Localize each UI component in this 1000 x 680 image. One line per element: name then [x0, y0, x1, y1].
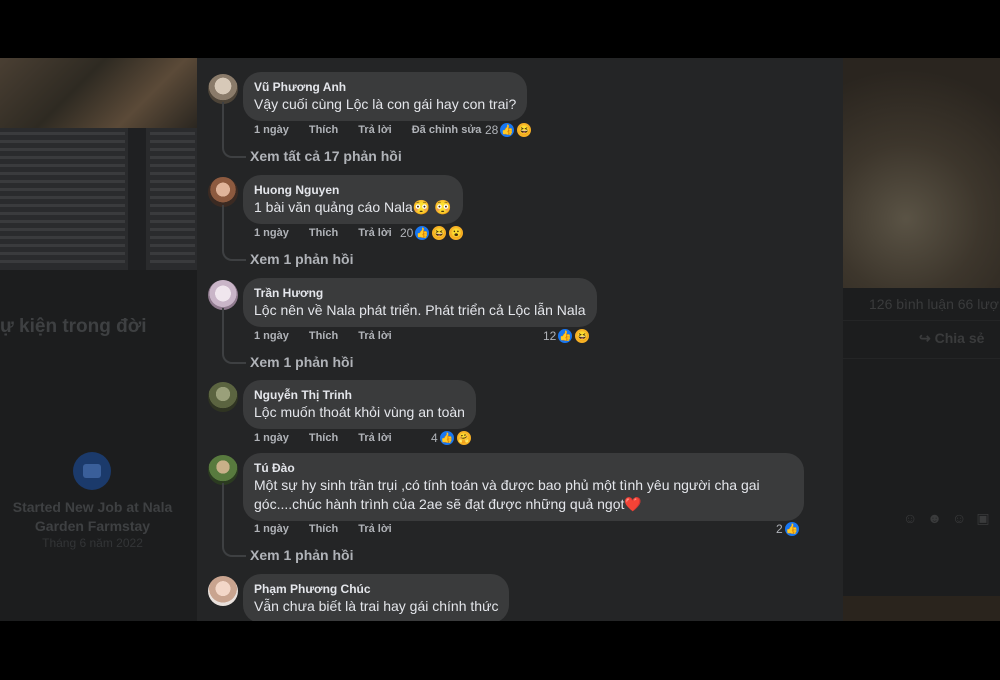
comment-text: Vậy cuối cùng Lộc là con gái hay con tra… — [254, 96, 517, 112]
comment-actions: 1 ngày Thích Trả lời Đã chỉnh sửa — [254, 124, 501, 136]
reaction-count: 28 — [485, 123, 499, 137]
comment-time[interactable]: 1 ngày — [254, 227, 289, 239]
background-profile-left: ự kiện trong đời Started New Job at Nala… — [0, 58, 197, 621]
reply-action[interactable]: Trả lời — [358, 432, 392, 444]
comment-author[interactable]: Phạm Phương Chúc — [254, 581, 498, 597]
like-reaction-icon: 👍 — [438, 430, 455, 446]
reaction-count: 2 — [776, 522, 783, 536]
haha-reaction-icon: 😆 — [516, 122, 533, 138]
reply-action[interactable]: Trả lời — [358, 227, 392, 239]
comment-text: 1 bài văn quảng cáo Nala😳 😳 — [254, 199, 452, 215]
like-action[interactable]: Thích — [309, 330, 338, 342]
care-reaction-icon: 🤗 — [455, 430, 472, 446]
comment-bubble: Tú Đào Một sự hy sinh trần trụi ,có tính… — [243, 453, 804, 521]
like-action[interactable]: Thích — [309, 227, 338, 239]
reaction-summary[interactable]: 4 👍 🤗 — [431, 430, 472, 446]
reaction-count: 20 — [400, 226, 414, 240]
reaction-summary[interactable]: 28 👍 😆 — [485, 122, 533, 138]
comment-bubble: Phạm Phương Chúc Vẫn chưa biết là trai h… — [243, 574, 510, 621]
comment-bubble: Huong Nguyen 1 bài văn quảng cáo Nala😳 😳 — [243, 175, 463, 224]
comment-actions: 1 ngày Thích Trả lời — [254, 523, 412, 535]
like-action[interactable]: Thích — [309, 432, 338, 444]
comments-dialog[interactable]: Vũ Phương Anh Vậy cuối cùng Lộc là con g… — [197, 58, 843, 621]
comment-text: Vẫn chưa biết là trai hay gái chính thức — [254, 598, 499, 614]
reaction-count: 4 — [431, 431, 438, 445]
avatar[interactable] — [208, 280, 238, 310]
comment-time[interactable]: 1 ngày — [254, 330, 289, 342]
background-photo — [0, 58, 197, 128]
facebook-photo-viewer: ự kiện trong đời Started New Job at Nala… — [0, 58, 1000, 621]
comment-time[interactable]: 1 ngày — [254, 124, 289, 136]
reply-thread-line — [222, 205, 246, 261]
comment-author[interactable]: Huong Nguyen — [254, 182, 452, 198]
briefcase-icon — [73, 452, 111, 490]
share-icon: ↪ — [919, 330, 935, 346]
post-stats: 126 bình luận 66 lượ — [869, 296, 999, 312]
life-event-job-title: Started New Job at Nala Garden Farmstay — [12, 499, 173, 534]
comment-bubble: Vũ Phương Anh Vậy cuối cùng Lộc là con g… — [243, 72, 528, 121]
comment-time[interactable]: 1 ngày — [254, 523, 289, 535]
avatar[interactable] — [208, 576, 238, 606]
reply-action[interactable]: Trả lời — [358, 330, 392, 342]
avatar[interactable] — [208, 455, 238, 485]
comment-actions: 1 ngày Thích Trả lời — [254, 432, 412, 444]
view-replies-link[interactable]: Xem 1 phản hồi — [250, 251, 353, 267]
like-action[interactable]: Thích — [309, 523, 338, 535]
reply-action[interactable]: Trả lời — [358, 124, 392, 136]
haha-reaction-icon: 😆 — [431, 225, 448, 241]
comment-text: Một sự hy sinh trần trụi ,có tính toán v… — [254, 477, 760, 512]
reply-thread-line — [222, 308, 246, 364]
share-button: ↪ Chia sẻ — [919, 330, 984, 347]
wow-reaction-icon: 😮 — [448, 225, 465, 241]
background-post-right: 126 bình luận 66 lượ ↪ Chia sẻ ☺☻☺▣ — [843, 58, 1000, 621]
like-reaction-icon: 👍 — [414, 225, 431, 241]
view-replies-link[interactable]: Xem tất cả 17 phản hồi — [250, 148, 402, 164]
reply-thread-line — [222, 102, 246, 158]
comment-input-icons: ☺☻☺▣ — [903, 510, 1000, 526]
haha-reaction-icon: 😆 — [574, 328, 591, 344]
comment-author[interactable]: Nguyễn Thị Trinh — [254, 387, 465, 403]
comment-author[interactable]: Tú Đào — [254, 460, 793, 476]
comment-bubble: Trần Hương Lộc nên về Nala phát triển. P… — [243, 278, 597, 327]
like-action[interactable]: Thích — [309, 124, 338, 136]
comment-bubble: Nguyễn Thị Trinh Lộc muốn thoát khỏi vùn… — [243, 380, 476, 429]
comment-time[interactable]: 1 ngày — [254, 432, 289, 444]
reaction-summary[interactable]: 12 👍 😆 — [543, 328, 591, 344]
reaction-count: 12 — [543, 329, 557, 343]
background-photo-bottom — [843, 596, 1000, 621]
comment-actions: 1 ngày Thích Trả lời — [254, 227, 412, 239]
life-events-heading: ự kiện trong đời — [0, 316, 147, 337]
comment-text: Lộc muốn thoát khỏi vùng an toàn — [254, 404, 465, 420]
reaction-summary[interactable]: 2 👍 — [776, 521, 800, 537]
like-reaction-icon: 👍 — [783, 521, 800, 537]
reply-action[interactable]: Trả lời — [358, 523, 392, 535]
background-text-screenshot — [0, 128, 197, 270]
comment-text: Lộc nên về Nala phát triển. Phát triển c… — [254, 302, 586, 318]
avatar[interactable] — [208, 177, 238, 207]
like-reaction-icon: 👍 — [499, 122, 516, 138]
comment-author[interactable]: Trần Hương — [254, 285, 586, 301]
comment-author[interactable]: Vũ Phương Anh — [254, 79, 516, 95]
reaction-summary[interactable]: 20 👍 😆 😮 — [400, 225, 465, 241]
view-replies-link[interactable]: Xem 1 phản hồi — [250, 547, 353, 563]
reply-thread-line — [222, 483, 246, 557]
life-event-date: Tháng 6 năm 2022 — [42, 536, 143, 550]
view-replies-link[interactable]: Xem 1 phản hồi — [250, 354, 353, 370]
share-label: Chia sẻ — [934, 330, 985, 346]
avatar[interactable] — [208, 74, 238, 104]
like-reaction-icon: 👍 — [557, 328, 574, 344]
comment-actions: 1 ngày Thích Trả lời — [254, 330, 412, 342]
edited-label[interactable]: Đã chỉnh sửa — [412, 124, 482, 136]
background-post-photo — [843, 58, 1000, 288]
avatar[interactable] — [208, 382, 238, 412]
